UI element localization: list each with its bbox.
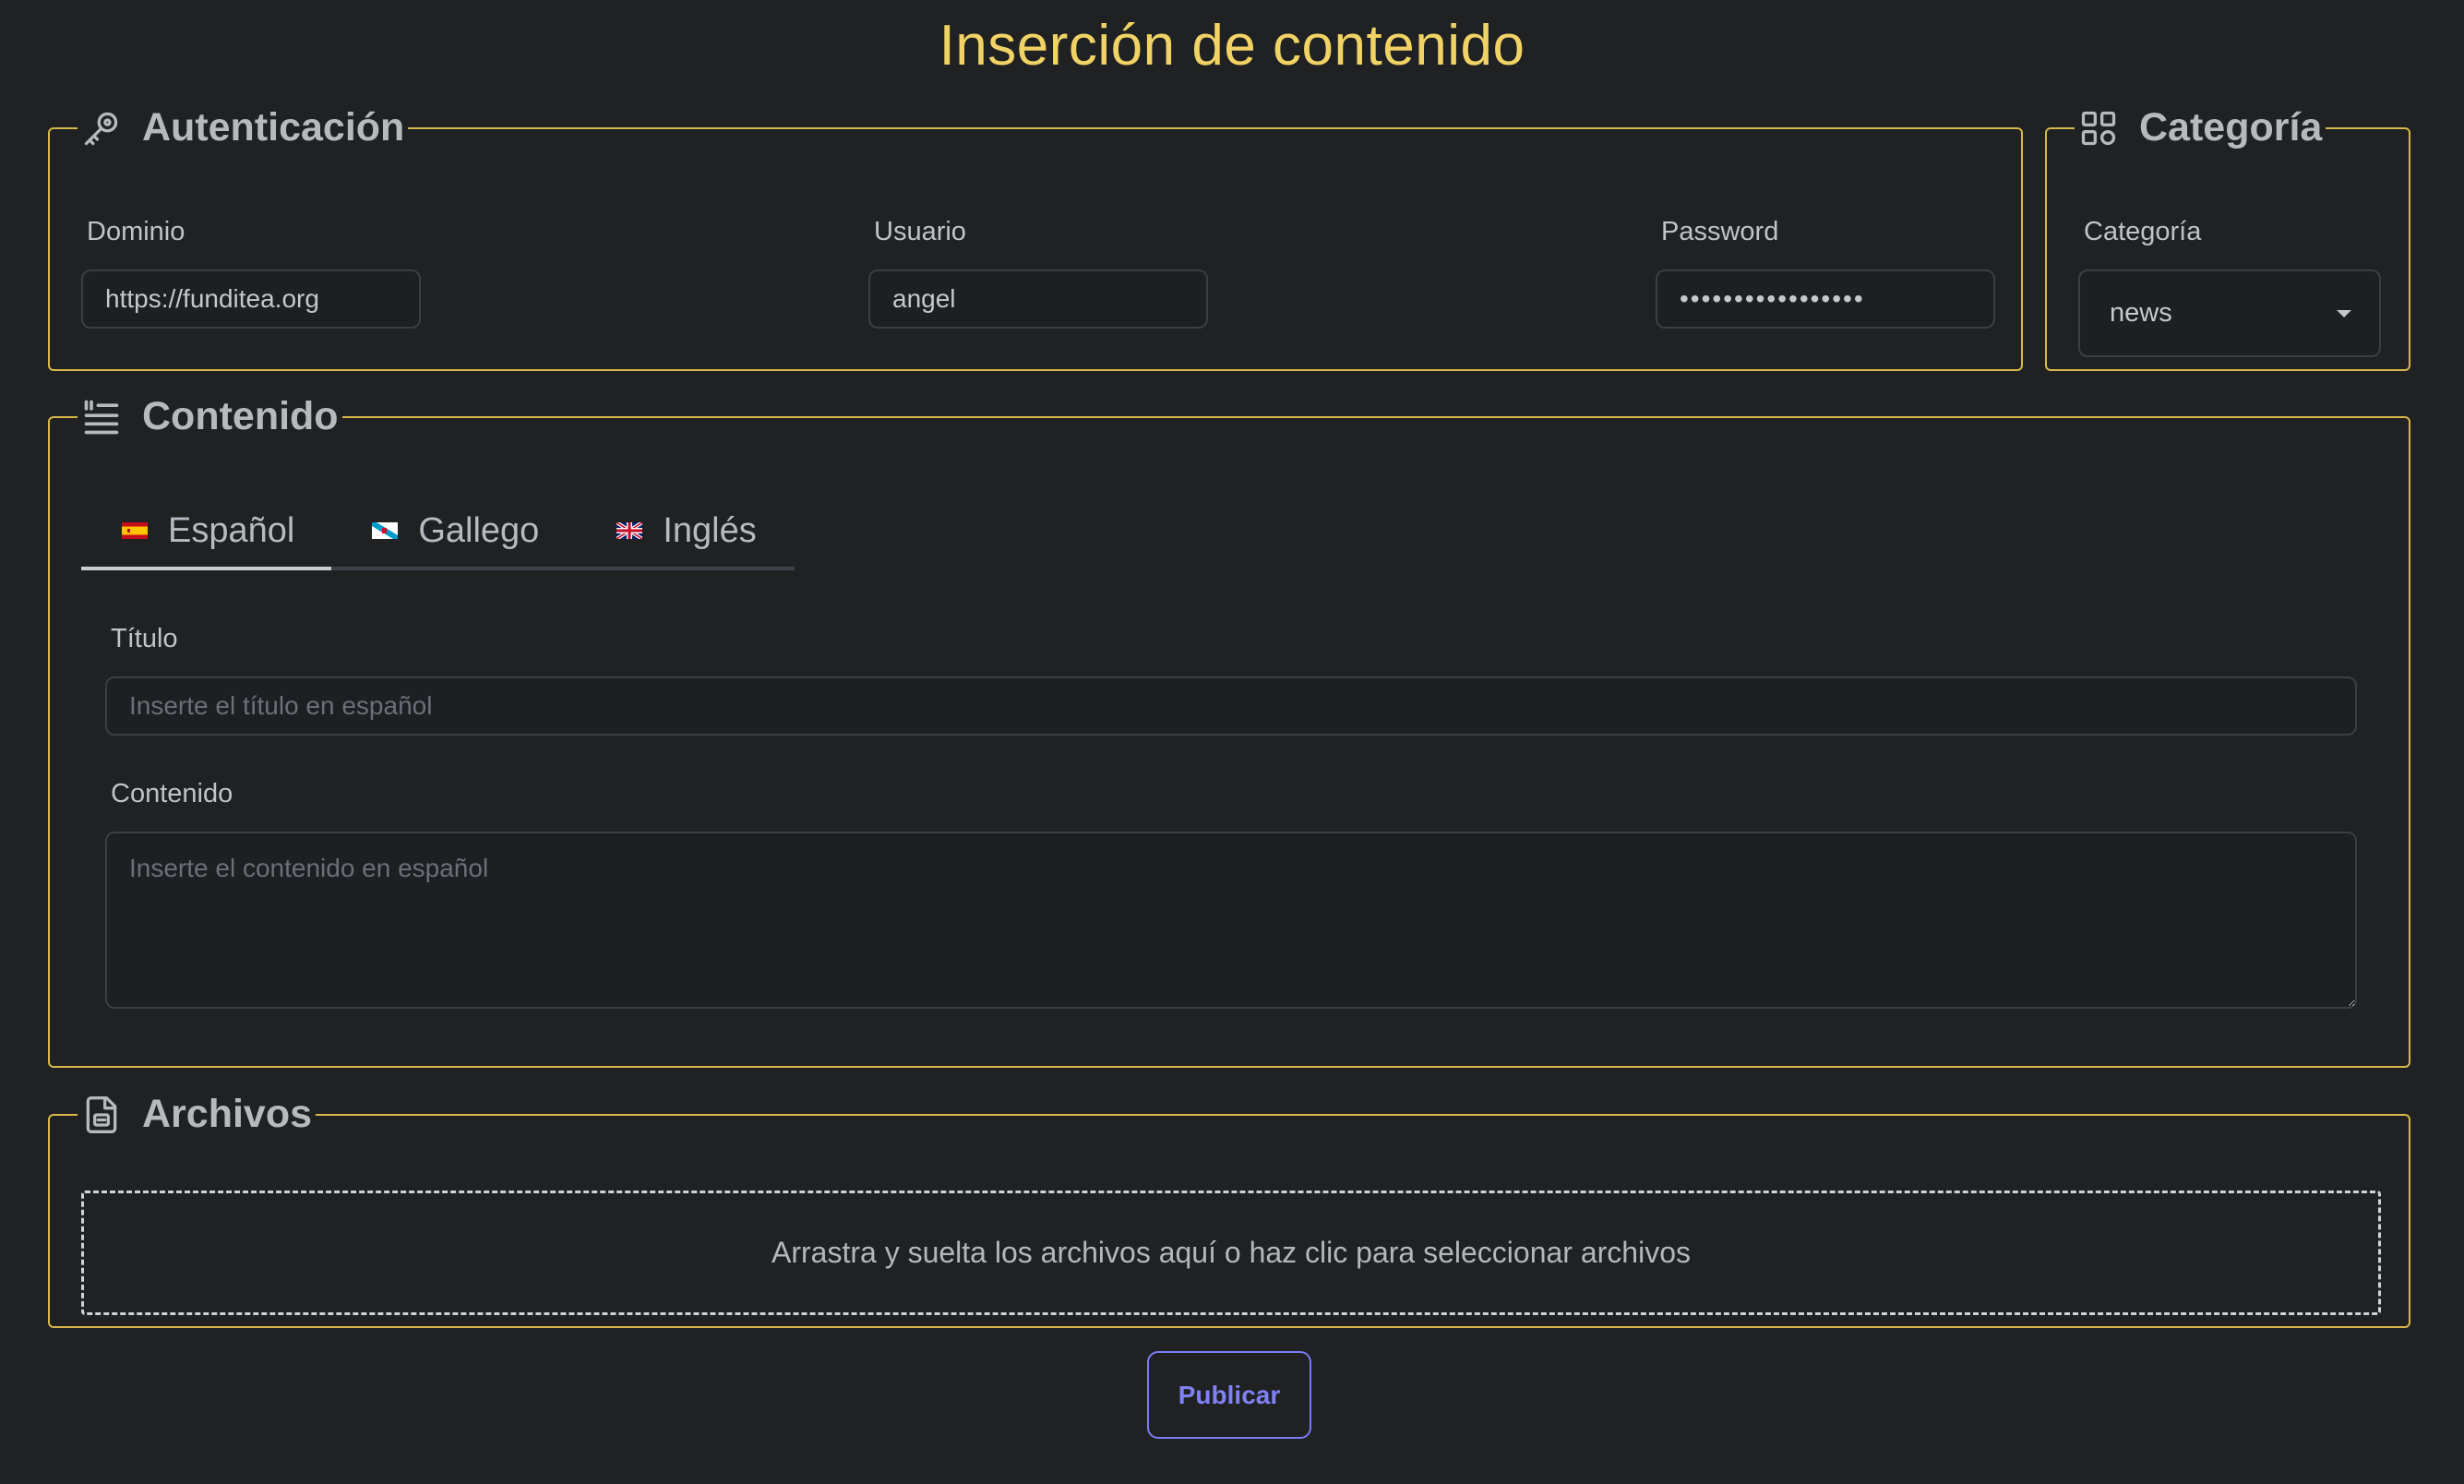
body-label: Contenido [111,779,233,808]
key-icon [81,108,122,149]
user-input[interactable] [868,269,1208,329]
spain-flag-icon [122,522,148,539]
page: Inserción de contenido Autenticación Dom… [0,0,2464,1484]
content-fieldset: Contenido Español Gallego Inglés Título … [48,394,2410,1068]
tab-ingles[interactable]: Inglés [576,495,793,567]
category-select-value: news [2110,298,2172,328]
password-input[interactable] [1656,269,1995,329]
tab-espanol-label: Español [168,510,295,550]
title-label: Título [111,624,178,653]
dropzone-text: Arrastra y suelta los archivos aquí o ha… [771,1236,1691,1269]
text-quote-icon [81,397,122,437]
content-legend: Contenido [78,394,342,439]
body-textarea[interactable] [105,832,2357,1009]
uk-flag-icon [616,522,643,539]
grid-icon [2078,108,2119,149]
tab-gallego[interactable]: Gallego [331,495,576,567]
auth-fieldset: Autenticación Dominio Usuario Password [48,105,2023,371]
file-icon [81,1095,122,1135]
category-select[interactable]: news [2078,269,2381,357]
publish-button[interactable]: Publicar [1147,1351,1311,1439]
files-legend: Archivos [78,1092,316,1137]
tab-espanol[interactable]: Español [81,495,332,570]
files-legend-label: Archivos [142,1092,313,1136]
galicia-flag-icon [372,522,399,539]
auth-legend: Autenticación [78,105,408,150]
category-label: Categoría [2084,217,2202,246]
tab-gallego-label: Gallego [418,510,540,550]
domain-input[interactable] [81,269,421,329]
language-tabs: Español Gallego Inglés [81,495,795,570]
password-label: Password [1661,217,1779,246]
content-legend-label: Contenido [142,394,339,438]
user-label: Usuario [874,217,966,246]
file-dropzone[interactable]: Arrastra y suelta los archivos aquí o ha… [81,1191,2381,1315]
page-title: Inserción de contenido [939,14,1525,78]
category-legend-label: Categoría [2139,105,2323,150]
chevron-down-icon [2337,309,2351,317]
title-input[interactable] [105,676,2357,736]
category-legend: Categoría [2075,105,2326,150]
files-fieldset: Archivos Arrastra y suelta los archivos … [48,1092,2410,1328]
domain-label: Dominio [87,217,185,246]
tab-ingles-label: Inglés [663,510,757,550]
auth-legend-label: Autenticación [142,105,405,150]
category-fieldset: Categoría Categoría news [2045,105,2410,371]
